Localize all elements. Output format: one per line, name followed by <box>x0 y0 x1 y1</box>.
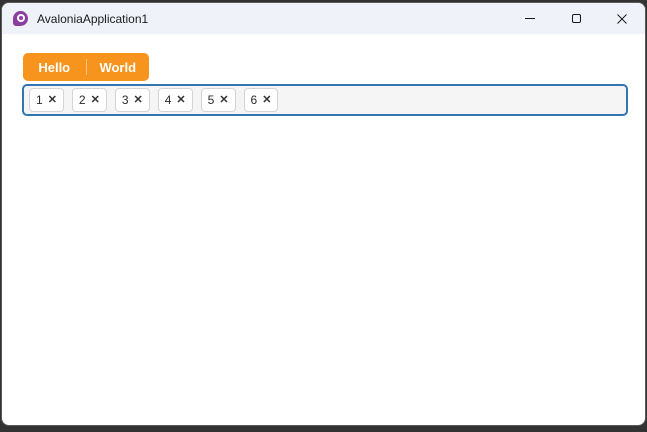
avalonia-logo-icon <box>13 11 28 26</box>
chip: 4 ✕ <box>157 88 193 112</box>
chip-remove-icon[interactable]: ✕ <box>134 94 143 106</box>
chip-remove-icon[interactable]: ✕ <box>219 94 228 106</box>
chip-remove-icon[interactable]: ✕ <box>91 94 100 106</box>
chip-remove-icon[interactable]: ✕ <box>48 94 57 106</box>
chip: 1 ✕ <box>29 88 64 112</box>
tab-hello[interactable]: Hello <box>23 53 86 81</box>
chip-label: 6 <box>250 93 258 107</box>
chip-label: 5 <box>207 93 215 107</box>
chip: 2 ✕ <box>71 88 107 112</box>
chips-input[interactable]: 1 ✕ 2 ✕ 3 ✕ 4 ✕ 5 ✕ 6 ✕ <box>22 84 628 116</box>
window-controls <box>507 3 645 34</box>
minimize-button[interactable] <box>507 3 553 34</box>
chip-remove-icon[interactable]: ✕ <box>262 94 271 106</box>
chip-label: 3 <box>121 93 129 107</box>
close-button[interactable] <box>599 3 645 34</box>
chip: 3 ✕ <box>114 88 150 112</box>
window-title: AvaloniaApplication1 <box>37 11 149 26</box>
maximize-icon <box>571 14 581 23</box>
chip-remove-icon[interactable]: ✕ <box>176 94 185 106</box>
chip: 6 ✕ <box>243 88 279 112</box>
title-bar: AvaloniaApplication1 <box>2 3 645 34</box>
tab-strip: Hello World <box>23 53 149 81</box>
maximize-button[interactable] <box>553 3 599 34</box>
tab-world[interactable]: World <box>87 53 150 81</box>
app-window: AvaloniaApplication1 Hello World 1 ✕ 2 ✕… <box>1 2 646 426</box>
chip-label: 1 <box>36 93 43 107</box>
chip: 5 ✕ <box>200 88 236 112</box>
desktop-background: { "window": { "title": "AvaloniaApplicat… <box>0 0 647 432</box>
chip-label: 2 <box>78 93 86 107</box>
minimize-icon <box>525 18 535 19</box>
close-icon <box>617 13 627 24</box>
chip-label: 4 <box>164 93 172 107</box>
